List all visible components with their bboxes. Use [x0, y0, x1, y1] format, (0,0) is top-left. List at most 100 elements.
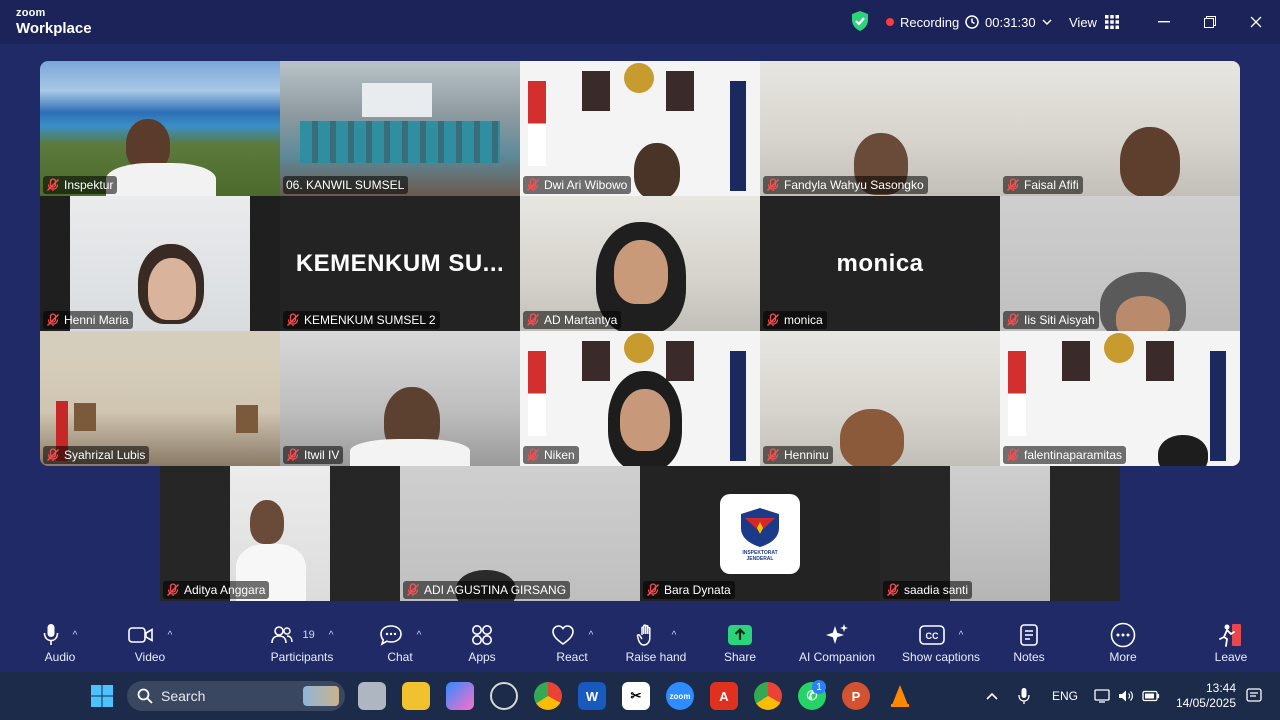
network-icon	[1094, 689, 1110, 703]
meeting-controls: ^ Audio ^ Video 19 ^ Participants ^ Chat…	[0, 610, 1280, 672]
chrome-profile-icon[interactable]	[754, 682, 782, 710]
vlc-icon[interactable]	[886, 682, 914, 710]
video-tile[interactable]: falentinaparamitas	[1000, 331, 1240, 466]
video-tile-camera-off[interactable]: monica monica	[760, 196, 1000, 331]
participants-button[interactable]: 19 ^ Participants	[242, 622, 362, 664]
flag-icon	[1008, 351, 1026, 436]
video-tile[interactable]: Henninu	[760, 331, 1000, 466]
video-tile[interactable]: Inspektur	[40, 61, 280, 196]
video-tile-active-speaker[interactable]: 06. KANWIL SUMSEL	[280, 61, 520, 196]
video-tile[interactable]: ADI AGUSTINA GIRSANG	[400, 466, 640, 601]
battery-icon	[1142, 690, 1160, 702]
recording-dot-icon	[886, 18, 894, 26]
logo-caption: INSPEKTORAT JENDERAL	[742, 550, 778, 562]
chevron-up-icon[interactable]: ^	[959, 630, 964, 641]
leave-button[interactable]: Leave	[1181, 622, 1280, 664]
grid-view-icon	[1104, 15, 1119, 29]
mic-muted-icon	[766, 178, 780, 192]
more-button[interactable]: More	[1073, 622, 1173, 664]
chevron-up-icon[interactable]: ^	[589, 630, 594, 641]
portrait-image	[74, 403, 96, 431]
video-tile[interactable]: Syahrizal Lubis	[40, 331, 280, 466]
acrobat-icon[interactable]: A	[710, 682, 738, 710]
video-button[interactable]: ^ Video	[100, 622, 200, 664]
mic-muted-icon	[1006, 178, 1020, 192]
flag-icon	[528, 351, 546, 436]
notes-button[interactable]: Notes	[979, 622, 1079, 664]
video-tile[interactable]: Niken	[520, 331, 760, 466]
task-view-icon[interactable]	[358, 682, 386, 710]
projection-screen	[362, 83, 432, 117]
chrome-icon[interactable]	[534, 682, 562, 710]
chevron-up-icon[interactable]: ^	[168, 630, 173, 641]
participant-name: ADI AGUSTINA GIRSANG	[424, 583, 567, 597]
minimize-button[interactable]	[1154, 12, 1174, 32]
taskbar-clock[interactable]: 13:44 14/05/2025	[1176, 681, 1236, 711]
word-icon[interactable]: W	[578, 682, 606, 710]
file-explorer-icon[interactable]	[402, 682, 430, 710]
encryption-shield-icon[interactable]	[850, 10, 870, 32]
video-tile-camera-off[interactable]: KEMENKUM SU... KEMENKUM SUMSEL 2	[280, 196, 520, 331]
participant-name: Niken	[544, 448, 575, 462]
show-hidden-icons-button[interactable]	[986, 672, 998, 720]
react-label: React	[556, 650, 588, 664]
restore-button[interactable]	[1200, 12, 1220, 32]
video-tile[interactable]: Iis Siti Aisyah	[1000, 196, 1240, 331]
mic-muted-icon	[46, 178, 60, 192]
heart-icon	[551, 625, 574, 645]
app-icon[interactable]	[490, 682, 518, 710]
participant-name: Inspektur	[64, 178, 114, 192]
video-tile[interactable]: Dwi Ari Wibowo	[520, 61, 760, 196]
svg-text:CC: CC	[925, 631, 938, 641]
ai-companion-label: AI Companion	[798, 650, 876, 664]
microphone-tray-icon[interactable]	[1018, 672, 1030, 720]
inspektorat-shield-icon	[741, 508, 779, 547]
video-tile[interactable]: Aditya Anggara	[160, 466, 400, 601]
share-screen-icon	[728, 625, 752, 645]
chevron-down-icon	[1042, 19, 1052, 26]
language-indicator[interactable]: ENG	[1052, 672, 1078, 720]
video-tile[interactable]: Itwil IV	[280, 331, 520, 466]
participant-nameplate: Fandyla Wahyu Sasongko	[763, 176, 928, 194]
participant-video	[634, 143, 680, 196]
participant-nameplate: AD Martantya	[523, 311, 622, 329]
ai-companion-button[interactable]: AI Companion	[782, 622, 892, 664]
capcut-icon[interactable]: ✂	[622, 682, 650, 710]
language-label: ENG	[1052, 689, 1079, 703]
recording-indicator[interactable]: Recording	[886, 10, 959, 34]
copilot-icon[interactable]	[446, 682, 474, 710]
system-tray[interactable]	[1094, 672, 1160, 720]
chevron-up-icon[interactable]: ^	[73, 630, 78, 641]
powerpoint-icon[interactable]: P	[842, 682, 870, 710]
apps-button[interactable]: Apps	[432, 622, 532, 664]
participant-name: falentinaparamitas	[1024, 448, 1123, 462]
zoom-icon[interactable]: zoom	[666, 682, 694, 710]
video-tile[interactable]: Faisal Afifi	[1000, 61, 1240, 196]
meeting-timer[interactable]: 00:31:30	[965, 10, 1052, 34]
video-tile[interactable]: Henni Maria	[40, 196, 280, 331]
chevron-up-icon[interactable]: ^	[329, 630, 334, 641]
apps-label: Apps	[468, 650, 496, 664]
portrait-image	[666, 341, 694, 381]
start-icon[interactable]	[88, 682, 116, 710]
video-tile[interactable]: AD Martantya	[520, 196, 760, 331]
close-button[interactable]	[1246, 12, 1266, 32]
mic-muted-icon	[166, 583, 180, 597]
video-tile[interactable]: saadia santi	[880, 466, 1120, 601]
chevron-up-icon[interactable]: ^	[417, 630, 422, 641]
share-button[interactable]: Share	[690, 622, 790, 664]
view-button[interactable]: View	[1069, 10, 1119, 34]
participant-nameplate: Dwi Ari Wibowo	[523, 176, 632, 194]
video-tile-camera-off[interactable]: INSPEKTORAT JENDERAL Bara Dynata	[640, 466, 880, 601]
audio-button[interactable]: ^ Audio	[10, 622, 110, 664]
video-tile[interactable]: Fandyla Wahyu Sasongko	[760, 61, 1000, 196]
taskbar-search[interactable]: Search	[127, 681, 345, 711]
participant-face	[614, 240, 668, 304]
participant-nameplate: Inspektur	[43, 176, 118, 194]
chevron-up-icon[interactable]: ^	[672, 630, 677, 641]
participant-name: saadia santi	[904, 583, 969, 597]
notifications-icon[interactable]	[1246, 672, 1262, 720]
participant-name: Itwil IV	[304, 448, 340, 462]
participant-face	[1116, 296, 1170, 331]
clock-icon	[965, 15, 979, 29]
